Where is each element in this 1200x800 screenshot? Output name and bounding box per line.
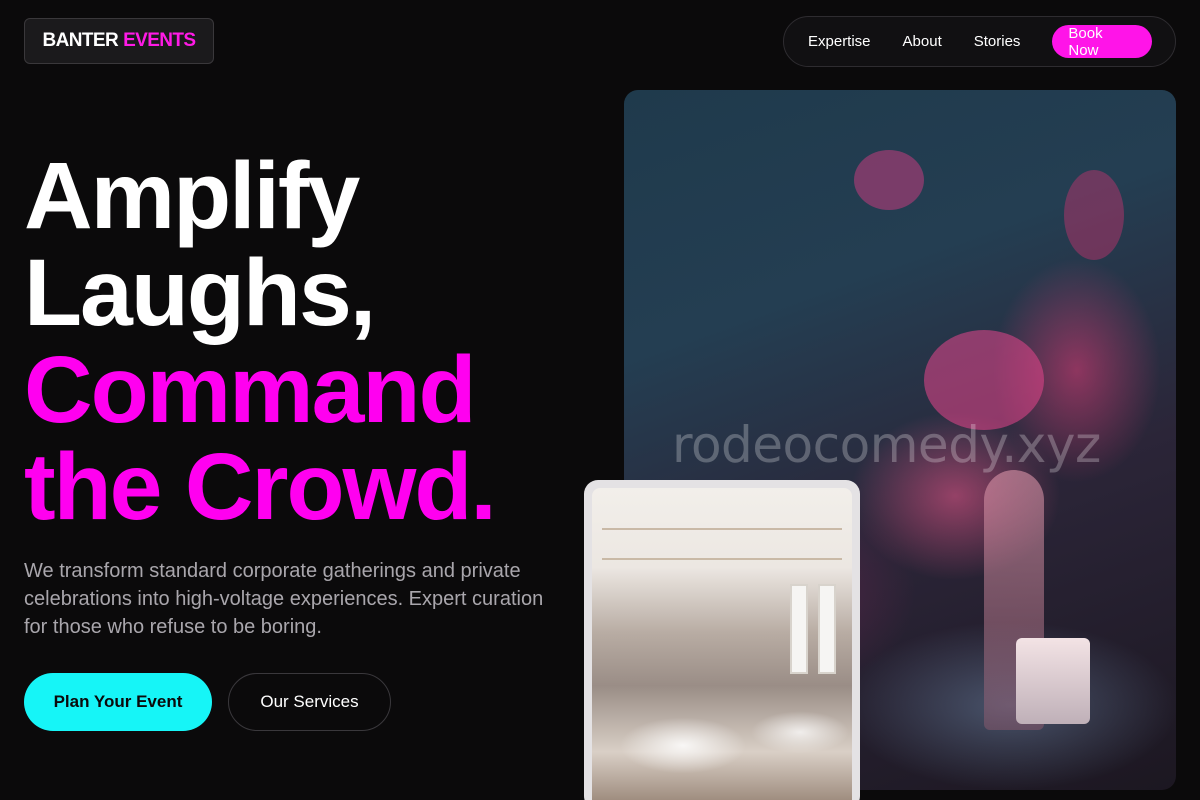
flower-blur	[924, 330, 1044, 430]
headline-line-1: Amplify	[24, 143, 360, 249]
landing-page: BANTER EVENTS Expertise About Stories Bo…	[0, 0, 1200, 800]
brand-logo[interactable]: BANTER EVENTS	[24, 18, 214, 64]
book-now-button[interactable]: Book Now	[1052, 25, 1152, 59]
hero-headline: Amplify Laughs, Command the Crowd.	[24, 143, 497, 540]
window-shape	[818, 584, 836, 674]
flower-blur	[1064, 170, 1124, 260]
headline-line-2: Laughs,	[24, 240, 376, 346]
plan-your-event-button[interactable]: Plan Your Event	[24, 673, 212, 731]
our-services-button[interactable]: Our Services	[228, 673, 391, 731]
window-shape	[790, 584, 808, 674]
top-navigation: Expertise About Stories Book Now	[783, 16, 1176, 67]
brand-word-events: EVENTS	[123, 30, 196, 51]
hero-subtext: We transform standard corporate gatherin…	[24, 560, 544, 638]
ceiling-beam	[602, 528, 842, 530]
nav-item-expertise[interactable]: Expertise	[808, 33, 871, 50]
headline-line-3: Command	[24, 337, 476, 443]
nav-item-stories[interactable]: Stories	[974, 33, 1021, 50]
candle-shape	[1016, 638, 1090, 724]
headline-line-4: the Crowd.	[24, 434, 497, 540]
hero-image-banquet-hall	[584, 480, 860, 800]
nav-item-about[interactable]: About	[903, 33, 942, 50]
image-watermark: rodeocomedy.xyz	[672, 416, 1101, 474]
ceiling-beam	[602, 558, 842, 560]
banquet-hall-photo	[592, 488, 852, 800]
brand-word-banter: BANTER	[42, 30, 119, 51]
flower-blur	[854, 150, 924, 210]
